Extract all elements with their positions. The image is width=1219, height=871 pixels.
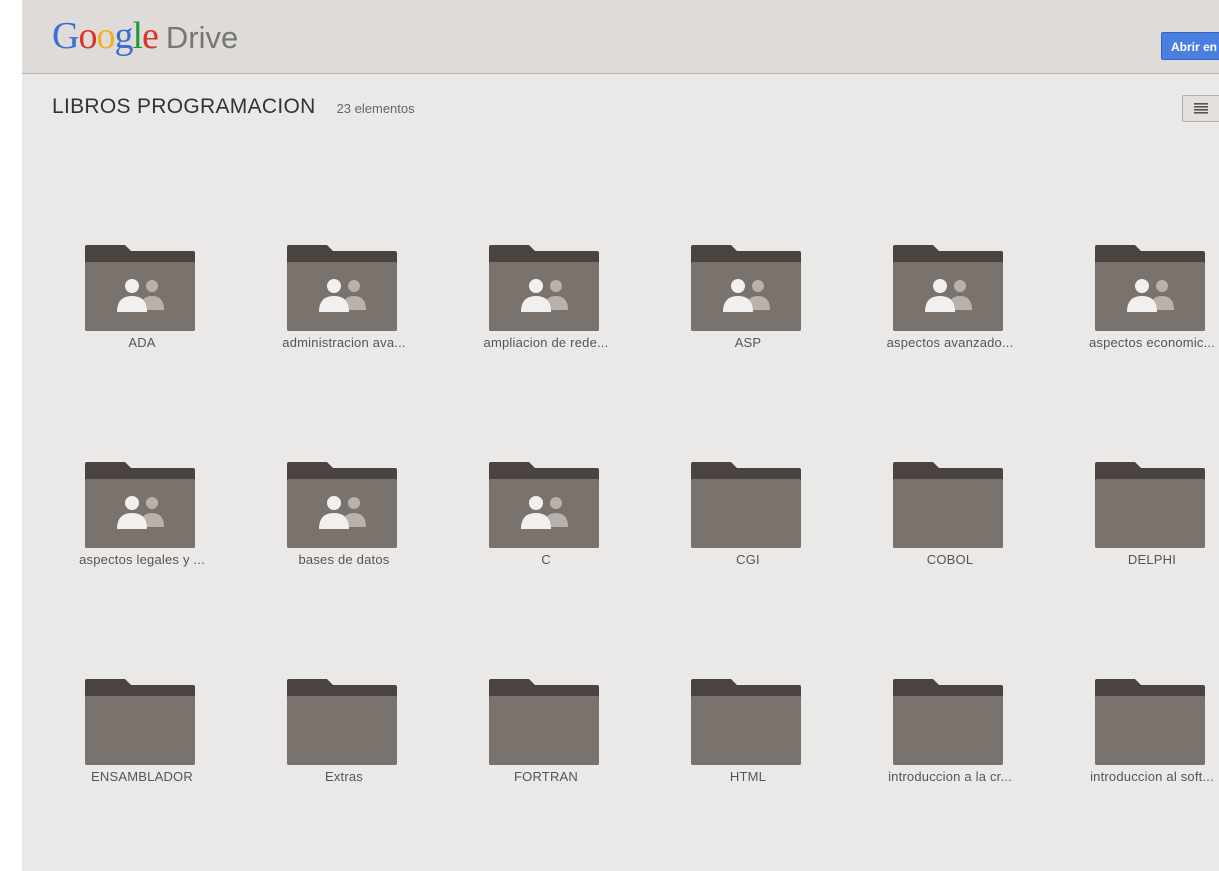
folder-item[interactable]: ASP <box>648 212 850 429</box>
shared-folder-icon <box>85 462 195 548</box>
folder-name: aspectos avanzado... <box>886 335 1014 350</box>
folder-item[interactable]: aspectos economic... <box>1052 212 1219 429</box>
folder-item[interactable]: HTML <box>648 646 850 863</box>
item-count: 23 elementos <box>336 101 415 116</box>
shared-folder-icon <box>1095 245 1205 331</box>
top-bar: Google Drive Abrir en <box>22 0 1219 74</box>
folder-name: DELPHI <box>1127 552 1177 567</box>
left-edge <box>0 0 22 871</box>
folder-item[interactable]: aspectos legales y ... <box>42 429 244 646</box>
folder-item[interactable]: ADA <box>42 212 244 429</box>
folder-icon <box>85 679 195 765</box>
google-drive-logo[interactable]: Google Drive <box>52 14 238 60</box>
shared-folder-icon <box>85 245 195 331</box>
folder-name: ADA <box>128 335 156 350</box>
list-view-button[interactable] <box>1182 95 1219 122</box>
shared-folder-icon <box>691 245 801 331</box>
folder-icon <box>489 679 599 765</box>
folder-name: aspectos legales y ... <box>79 552 205 567</box>
folder-item[interactable]: Extras <box>244 646 446 863</box>
shared-folder-icon <box>287 245 397 331</box>
folder-item[interactable]: FORTRAN <box>446 646 648 863</box>
folder-name: bases de datos <box>298 552 390 567</box>
shared-folder-icon <box>489 245 599 331</box>
folder-name: CGI <box>736 552 760 567</box>
folder-name: C <box>541 552 551 567</box>
folder-grid: ADA administracion ava... ampliacion de re… <box>42 212 1219 863</box>
folder-icon <box>691 679 801 765</box>
folder-name: ampliacion de rede... <box>483 335 609 350</box>
folder-name: HTML <box>729 769 767 784</box>
shared-folder-icon <box>489 462 599 548</box>
folder-icon <box>691 462 801 548</box>
folder-name: FORTRAN <box>514 769 578 784</box>
folder-item[interactable]: COBOL <box>850 429 1052 646</box>
folder-icon <box>1095 462 1205 548</box>
folder-name: Extras <box>324 769 364 784</box>
folder-item[interactable]: introduccion a la cr... <box>850 646 1052 863</box>
folder-icon <box>1095 679 1205 765</box>
folder-header: LIBROS PROGRAMACION 23 elementos <box>52 95 415 119</box>
folder-name: introduccion al soft... <box>1090 769 1214 784</box>
folder-name: ENSAMBLADOR <box>91 769 193 784</box>
shared-folder-icon <box>287 462 397 548</box>
folder-name: administracion ava... <box>282 335 406 350</box>
list-view-icon <box>1194 103 1208 114</box>
folder-name: aspectos economic... <box>1088 335 1216 350</box>
folder-name: introduccion a la cr... <box>888 769 1012 784</box>
page-title: LIBROS PROGRAMACION <box>52 95 316 118</box>
folder-icon <box>893 462 1003 548</box>
folder-item[interactable]: ENSAMBLADOR <box>42 646 244 863</box>
folder-item[interactable]: introduccion al soft... <box>1052 646 1219 863</box>
logo-google-text: Google <box>52 15 159 57</box>
logo-drive-text: Drive <box>165 20 239 55</box>
shared-folder-icon <box>893 245 1003 331</box>
folder-icon <box>287 679 397 765</box>
folder-name: ASP <box>734 335 762 350</box>
folder-name: COBOL <box>926 552 974 567</box>
folder-icon <box>893 679 1003 765</box>
folder-item[interactable]: ampliacion de rede... <box>446 212 648 429</box>
folder-item[interactable]: aspectos avanzado... <box>850 212 1052 429</box>
folder-item[interactable]: administracion ava... <box>244 212 446 429</box>
folder-item[interactable]: DELPHI <box>1052 429 1219 646</box>
folder-item[interactable]: C <box>446 429 648 646</box>
folder-item[interactable]: CGI <box>648 429 850 646</box>
open-in-button[interactable]: Abrir en <box>1161 32 1219 60</box>
folder-item[interactable]: bases de datos <box>244 429 446 646</box>
